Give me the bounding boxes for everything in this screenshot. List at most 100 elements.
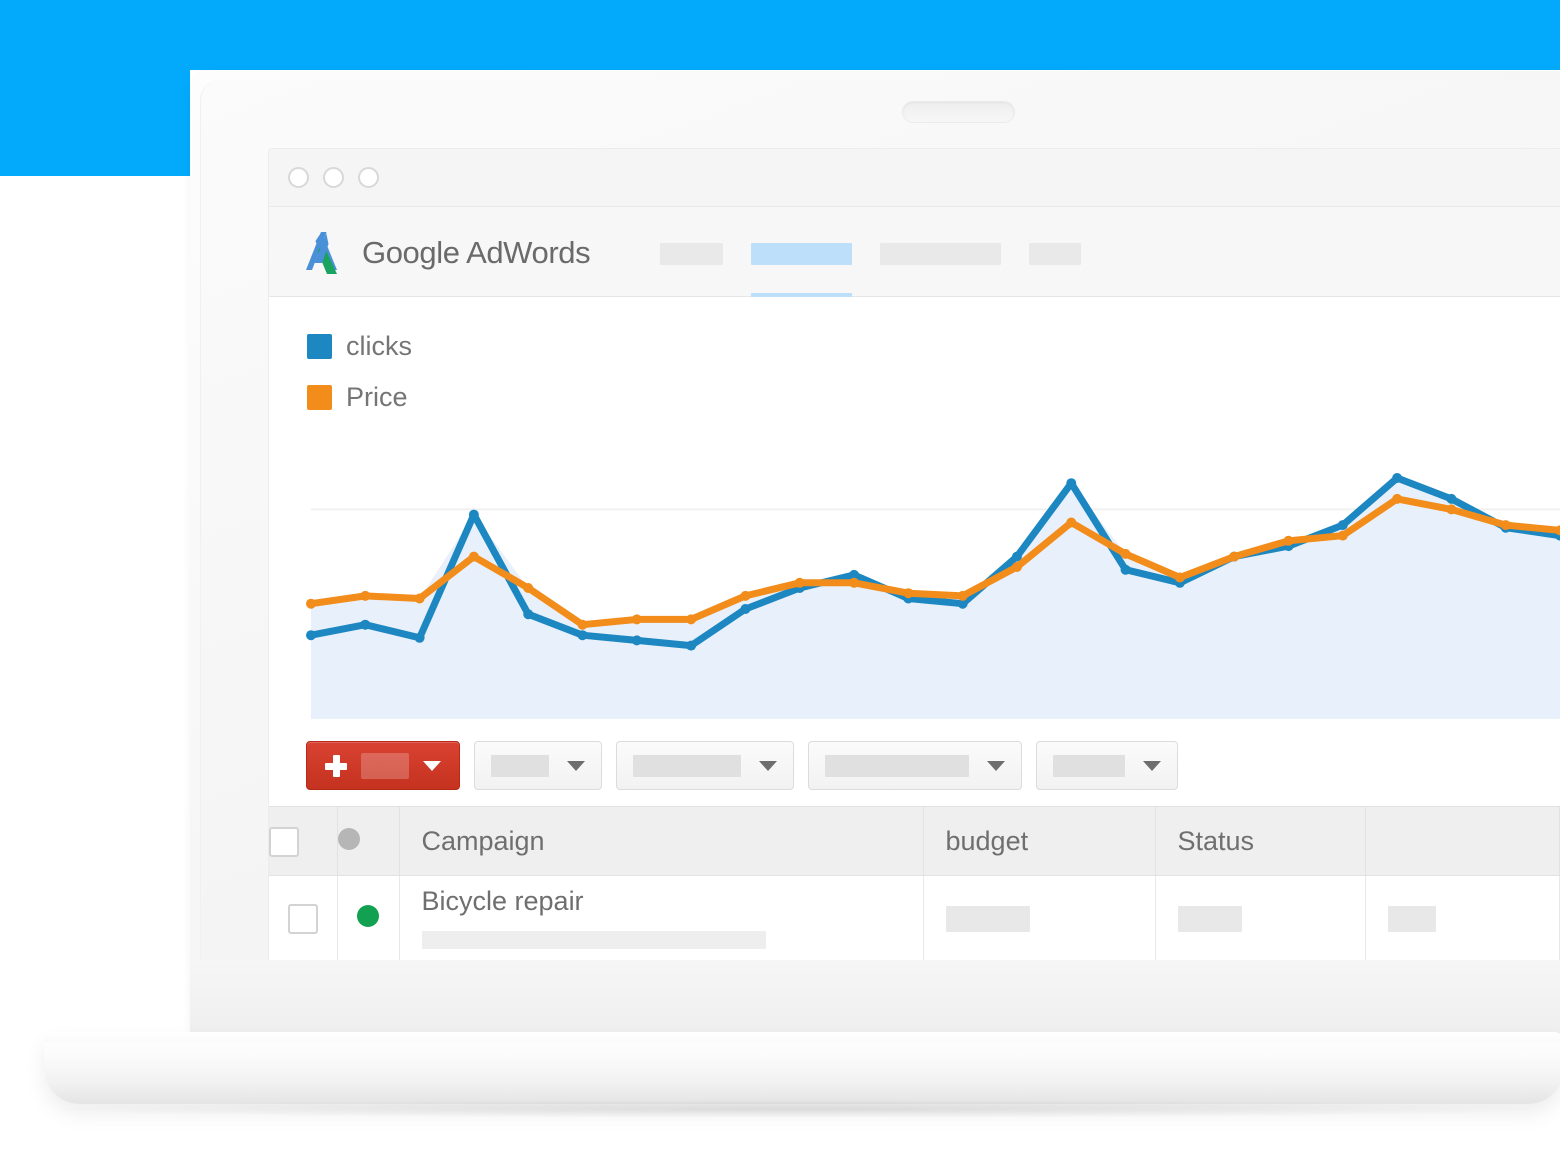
brand-name: Google AdWords	[362, 235, 591, 270]
laptop-drop-shadow	[60, 1100, 1540, 1118]
chart-point-clicks	[1392, 473, 1403, 483]
chart-point-Price	[903, 588, 914, 599]
chart-plot-area[interactable]	[306, 457, 1560, 719]
chart-point-clicks	[414, 632, 425, 643]
filter-dropdown-4[interactable]	[1036, 741, 1178, 790]
chevron-down-icon	[1143, 760, 1161, 771]
table-toolbar	[269, 725, 1560, 806]
table-row[interactable]: Bicycle repair	[269, 875, 1560, 960]
legend-label-price: Price	[346, 382, 408, 412]
chart-point-Price	[1446, 504, 1457, 515]
legend-label-clicks: clicks	[346, 331, 412, 361]
close-dot[interactable]	[288, 167, 309, 188]
nav-tab-1-label	[660, 243, 724, 265]
row-campaign-cell[interactable]: Bicycle repair	[399, 875, 924, 960]
chart-panel: clicks Price	[269, 297, 1560, 725]
chart-point-clicks	[577, 630, 588, 641]
browser-window: Google AdWords clicks Price Campaign bud…	[268, 148, 1560, 960]
status-dot-icon	[337, 827, 360, 850]
status-dot-header	[337, 806, 400, 876]
chart-point-Price	[1283, 535, 1294, 546]
chart-point-Price	[1229, 551, 1240, 562]
laptop-camera-slot	[902, 101, 1015, 123]
chart-point-clicks	[306, 630, 316, 641]
column-header-budget[interactable]: budget	[923, 806, 1156, 876]
legend-item-clicks[interactable]: clicks	[307, 331, 412, 362]
budget-value-placeholder	[945, 905, 1030, 932]
laptop-lid-bottom-edge	[190, 960, 1560, 1034]
nav-tab-2-label	[751, 243, 853, 265]
nav-tab-3[interactable]	[866, 243, 1015, 297]
column-header-status[interactable]: Status	[1155, 806, 1366, 876]
chart-point-clicks	[686, 640, 697, 651]
brand[interactable]: Google AdWords	[306, 230, 591, 276]
row-budget-cell[interactable]	[923, 875, 1156, 960]
legend-item-price[interactable]: Price	[307, 382, 412, 413]
chart-point-clicks	[360, 619, 371, 630]
chart-point-clicks	[631, 635, 642, 646]
chart-point-Price	[957, 590, 968, 601]
maximize-dot[interactable]	[358, 167, 379, 188]
screenshot-stage: Google AdWords clicks Price Campaign bud…	[0, 0, 1560, 1172]
chart-point-Price	[1120, 548, 1131, 559]
chevron-down-icon	[567, 760, 585, 771]
chart-point-Price	[686, 614, 697, 625]
legend-swatch-clicks	[307, 334, 332, 359]
chart-point-Price	[414, 593, 425, 604]
add-campaign-label	[361, 752, 409, 779]
campaigns-table: Campaign budget Status Bicycle repair	[269, 806, 1560, 960]
chart-point-clicks	[740, 604, 751, 614]
filter-dropdown-3[interactable]	[808, 741, 1022, 790]
chart-point-Price	[1174, 572, 1185, 583]
chart-point-Price	[1392, 493, 1403, 504]
minimize-dot[interactable]	[323, 167, 344, 188]
select-all-header[interactable]	[269, 806, 338, 876]
adwords-logo-icon	[306, 230, 348, 276]
status-active-icon	[357, 905, 379, 927]
chart-point-Price	[1066, 517, 1077, 528]
chart-point-Price	[849, 577, 860, 588]
chart-point-Price	[1011, 562, 1022, 572]
row-checkbox[interactable]	[287, 903, 318, 934]
row-status-cell[interactable]	[1155, 875, 1366, 960]
add-campaign-button[interactable]	[306, 741, 460, 790]
nav-tab-1[interactable]	[646, 243, 737, 297]
filter-dropdown-2[interactable]	[616, 741, 794, 790]
campaign-subtext-placeholder	[421, 931, 766, 949]
row-extra-cell[interactable]	[1365, 875, 1560, 960]
nav-tab-2[interactable]	[737, 243, 866, 304]
app-header: Google AdWords	[269, 207, 1560, 304]
row-select-cell[interactable]	[269, 875, 338, 960]
chart-point-Price	[631, 614, 642, 625]
chart-point-clicks	[1120, 564, 1131, 575]
chart-point-clicks	[1446, 493, 1457, 504]
nav-tab-3-label	[880, 243, 1002, 265]
chart-point-clicks	[523, 609, 534, 620]
campaign-name: Bicycle repair	[421, 886, 584, 916]
chart-point-Price	[523, 583, 534, 593]
laptop-base	[44, 1032, 1560, 1104]
chart-point-clicks	[468, 509, 479, 520]
nav-tab-4-label	[1029, 243, 1082, 265]
laptop-base-lip	[44, 1032, 1560, 1042]
chart-point-clicks	[1066, 478, 1077, 489]
blue-accent-block	[0, 0, 190, 176]
column-header-campaign[interactable]: Campaign	[399, 806, 924, 876]
legend-swatch-price	[307, 385, 332, 410]
filter-dropdown-1[interactable]	[474, 741, 602, 790]
chevron-down-icon	[423, 760, 441, 771]
filter-dropdown-2-label	[633, 754, 741, 777]
browser-titlebar	[269, 149, 1560, 207]
chart-point-Price	[360, 590, 371, 601]
filter-dropdown-1-label	[491, 754, 549, 777]
status-value-placeholder	[1177, 905, 1242, 932]
filter-dropdown-4-label	[1053, 754, 1125, 777]
blue-accent-strip-top	[190, 0, 1560, 70]
chart-point-Price	[306, 598, 316, 609]
select-all-checkbox[interactable]	[269, 826, 299, 857]
nav-tab-4[interactable]	[1015, 243, 1095, 297]
row-status-dot-cell	[337, 875, 400, 960]
chevron-down-icon	[987, 760, 1005, 771]
column-header-extra[interactable]	[1365, 806, 1560, 876]
chart-point-Price	[740, 590, 751, 601]
